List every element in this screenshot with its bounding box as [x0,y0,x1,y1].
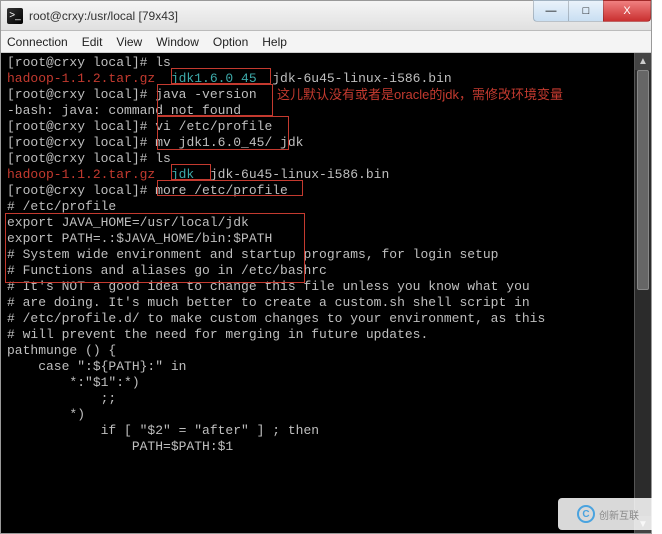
scroll-thumb[interactable] [637,70,649,290]
menu-edit[interactable]: Edit [82,35,103,49]
watermark: C 创新互联 [558,498,658,530]
ls-out: hadoop-1.1.2.tar.gz [7,71,171,86]
cmd-vi: vi /etc/profile [155,119,272,134]
file-line: ;; [7,391,645,407]
file-line: # are doing. It's much better to create … [7,295,645,311]
vertical-scrollbar[interactable]: ▲ ▼ [634,53,651,533]
prompt: [root@crxy local]# [7,87,155,102]
maximize-button[interactable]: □ [568,0,604,22]
ls-out4: jdk-6u45-linux-i586.bin [194,167,389,182]
file-line: PATH=$PATH:$1 [7,439,645,455]
menu-window[interactable]: Window [156,35,199,49]
prompt: [root@crxy local]# [7,183,155,198]
menu-connection[interactable]: Connection [7,35,68,49]
ls-dir: jdk1.6.0_45 [171,71,257,86]
file-line: # It's NOT a good idea to change this fi… [7,279,645,295]
menubar: Connection Edit View Window Option Help [1,31,651,53]
file-line: # /etc/profile.d/ to make custom changes… [7,311,645,327]
menu-option[interactable]: Option [213,35,248,49]
cmd-ls: ls [155,55,171,70]
terminal[interactable]: [root@crxy local]# ls hadoop-1.1.2.tar.g… [1,53,651,533]
prompt: [root@crxy local]# [7,135,155,150]
file-line: if [ "$2" = "after" ] ; then [7,423,645,439]
error-line: -bash: java: command not found [7,103,645,119]
file-line: # Functions and aliases go in /etc/bashr… [7,263,645,279]
cmd-more: more /etc/profile [155,183,288,198]
app-icon: >_ [7,8,23,24]
file-line: case ":${PATH}:" in [7,359,645,375]
window-title: root@crxy:/usr/local [79x43] [29,9,178,23]
file-line: *:"$1":*) [7,375,645,391]
cmd-java: java -version [155,87,256,102]
prompt: [root@crxy local]# [7,151,155,166]
cmd-ls2: ls [155,151,171,166]
ls-out3: hadoop-1.1.2.tar.gz [7,167,171,182]
menu-help[interactable]: Help [262,35,287,49]
cmd-mv: mv jdk1.6.0_45/ jdk [155,135,303,150]
window-controls: — □ X [534,0,651,22]
annotation-text: 这儿默认没有或者是oracle的jdk，需修改环境变量 [277,87,563,103]
watermark-text: 创新互联 [599,507,639,522]
scroll-track[interactable] [635,70,651,516]
menu-view[interactable]: View [116,35,142,49]
minimize-button[interactable]: — [533,0,569,22]
titlebar[interactable]: >_ root@crxy:/usr/local [79x43] — □ X [1,1,651,31]
ls-out2: jdk-6u45-linux-i586.bin [257,71,452,86]
file-line: # System wide environment and startup pr… [7,247,645,263]
file-line: export JAVA_HOME=/usr/local/jdk [7,215,645,231]
file-line: pathmunge () { [7,343,645,359]
file-line: *) [7,407,645,423]
file-line: export PATH=.:$JAVA_HOME/bin:$PATH [7,231,645,247]
prompt: [root@crxy local]# [7,55,155,70]
close-button[interactable]: X [603,0,651,22]
file-line: # will prevent the need for merging in f… [7,327,645,343]
file-line: # /etc/profile [7,199,645,215]
prompt: [root@crxy local]# [7,119,155,134]
ls-dir2: jdk [171,167,194,182]
scroll-up-button[interactable]: ▲ [635,53,651,70]
app-window: >_ root@crxy:/usr/local [79x43] — □ X Co… [0,0,652,534]
watermark-logo-icon: C [577,505,595,523]
